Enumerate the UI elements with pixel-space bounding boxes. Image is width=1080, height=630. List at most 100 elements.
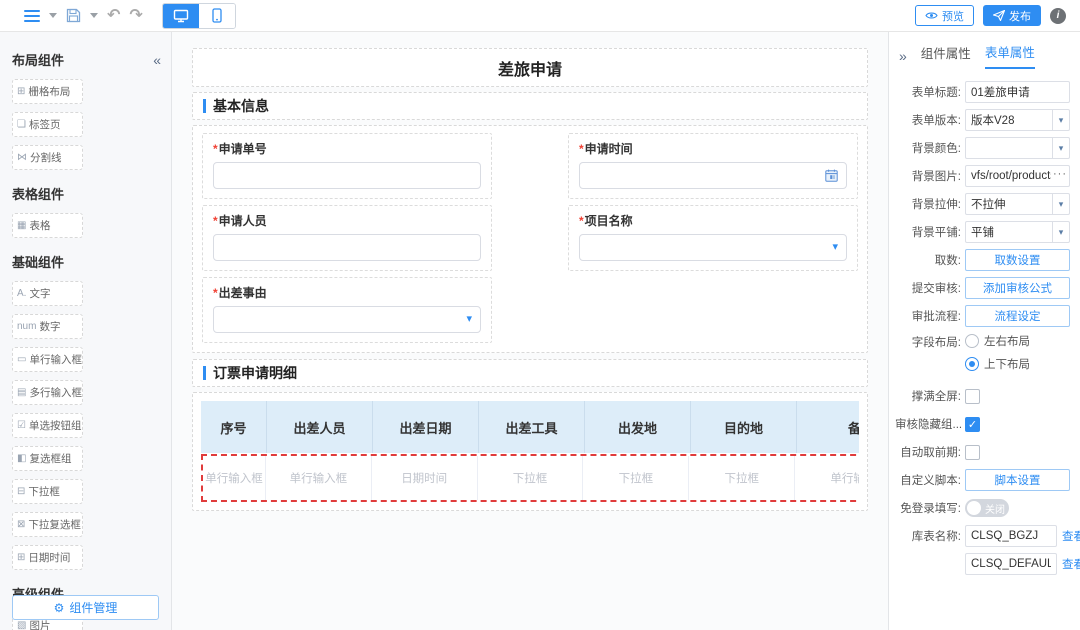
bg-color-select[interactable]: ▾ <box>965 137 1070 159</box>
flow-settings-button[interactable]: 流程设定 <box>965 305 1070 327</box>
chevron-down-icon[interactable]: ▾ <box>466 314 472 325</box>
row-cell[interactable]: 下拉框 <box>689 456 795 500</box>
required-mark: * <box>213 214 218 228</box>
prop-db-table-2: 查看 <box>895 553 1070 575</box>
properties-panel: » 组件属性 表单属性 表单标题: 表单版本: 版本V28▾ 背景颜色: ▾ 背… <box>888 32 1080 630</box>
preview-label: 预览 <box>942 8 964 24</box>
desktop-view-button[interactable] <box>163 4 199 28</box>
menu-caret-icon[interactable] <box>49 13 57 18</box>
table-row-selected[interactable]: 单行输入框 单行输入框 日期时间 下拉框 下拉框 下拉框 单行输入框 <box>201 454 859 502</box>
save-caret-icon[interactable] <box>90 13 98 18</box>
publish-button[interactable]: 发布 <box>983 5 1041 26</box>
field-applicant[interactable]: *申请人员 <box>202 205 492 271</box>
sidebar-item-multi-input[interactable]: ▤多行输入框 <box>12 380 83 405</box>
db-table-input-2[interactable] <box>965 553 1057 575</box>
tab-form-properties[interactable]: 表单属性 <box>985 42 1035 69</box>
mobile-view-button[interactable] <box>199 4 235 28</box>
row-cell[interactable]: 日期时间 <box>372 456 478 500</box>
sidebar-item-text[interactable]: A.文字 <box>12 281 83 306</box>
row-cell[interactable]: 单行输入框 <box>795 456 859 500</box>
bg-stretch-select[interactable]: 不拉伸▾ <box>965 193 1070 215</box>
section-ticket-detail[interactable]: 订票申请明细 <box>192 359 868 387</box>
detail-table-container: 序号 出差人员 出差日期 出差工具 出发地 目的地 备注 单行输入框 单行输入框… <box>192 392 868 511</box>
component-manage-button[interactable]: ⚙ 组件管理 <box>12 595 159 620</box>
application-time-input[interactable] <box>579 162 847 189</box>
gear-icon: ⚙ <box>54 601 65 615</box>
view-link-2[interactable]: 查看 <box>1062 556 1080 572</box>
trip-reason-select[interactable]: ▾ <box>213 306 481 333</box>
collapse-sidebar-icon[interactable]: « <box>153 52 161 68</box>
add-review-formula-button[interactable]: 添加审核公式 <box>965 277 1070 299</box>
expand-panel-icon[interactable]: » <box>899 48 907 64</box>
sidebar-item-table[interactable]: ▦表格 <box>12 213 83 238</box>
checkbox-group-icon: ◧ <box>17 453 26 464</box>
info-icon[interactable]: i <box>1050 8 1066 24</box>
no-login-toggle[interactable]: 关闭 <box>965 499 1009 517</box>
sidebar-item-datetime[interactable]: ⊞日期时间 <box>12 545 83 570</box>
sidebar-item-radio-group[interactable]: ☑单选按钮组 <box>12 413 83 438</box>
group-title-table: 表格组件 <box>12 184 64 203</box>
undo-icon[interactable]: ↶ <box>107 8 120 24</box>
row-cell[interactable]: 下拉框 <box>583 456 689 500</box>
table-header-row: 序号 出差人员 出差日期 出差工具 出发地 目的地 备注 <box>201 401 859 453</box>
prop-approval-flow: 审批流程: 流程设定 <box>895 305 1070 327</box>
prop-auto-previous: 自动取前期: <box>895 441 1070 463</box>
sidebar-item-divider[interactable]: ⋈分割线 <box>12 145 83 170</box>
menu-icon[interactable] <box>24 10 40 22</box>
field-project-name[interactable]: *项目名称 ▾ <box>568 205 858 271</box>
section-basic-info[interactable]: 基本信息 <box>192 92 868 120</box>
form-title-input[interactable] <box>965 81 1070 103</box>
application-number-input[interactable] <box>213 162 481 189</box>
sidebar-item-multi-select[interactable]: ⊠下拉复选框 <box>12 512 83 537</box>
view-link-1[interactable]: 查看 <box>1062 528 1080 544</box>
text-icon: A. <box>17 288 26 299</box>
field-application-time[interactable]: *申请时间 <box>568 133 858 199</box>
preview-button[interactable]: 预览 <box>915 5 974 26</box>
row-cell[interactable]: 单行输入框 <box>266 456 372 500</box>
row-cell[interactable]: 下拉框 <box>478 456 584 500</box>
prop-bg-color: 背景颜色: ▾ <box>895 137 1070 159</box>
section-accent-bar <box>203 366 206 380</box>
header-cell: 出差人员 <box>267 401 373 453</box>
sidebar-item-tabs[interactable]: ❏标签页 <box>12 112 83 137</box>
script-settings-button[interactable]: 脚本设置 <box>965 469 1070 491</box>
header-cell: 出差日期 <box>373 401 479 453</box>
bg-tile-select[interactable]: 平铺▾ <box>965 221 1070 243</box>
prop-bg-image: 背景图片: ··· <box>895 165 1070 187</box>
chevron-down-icon[interactable]: ▾ <box>832 242 838 253</box>
sidebar-item-single-input[interactable]: ▭单行输入框 <box>12 347 83 372</box>
auto-previous-checkbox[interactable] <box>965 445 980 460</box>
prop-bg-stretch: 背景拉伸: 不拉伸▾ <box>895 193 1070 215</box>
form-version-select[interactable]: 版本V28▾ <box>965 109 1070 131</box>
field-application-number[interactable]: *申请单号 <box>202 133 492 199</box>
paper-plane-icon <box>993 10 1005 21</box>
fullscreen-checkbox[interactable] <box>965 389 980 404</box>
more-icon[interactable]: ··· <box>1053 168 1067 180</box>
row-cell[interactable]: 单行输入框 <box>203 456 266 500</box>
sidebar-item-grid-layout[interactable]: ⊞栅格布局 <box>12 79 83 104</box>
prop-data-fetch: 取数: 取数设置 <box>895 249 1070 271</box>
chevron-down-icon: ▾ <box>1052 138 1069 158</box>
field-trip-reason[interactable]: *出差事由 ▾ <box>202 277 492 343</box>
required-mark: * <box>579 142 584 156</box>
form-title-block[interactable]: 差旅申请 <box>192 48 868 87</box>
db-table-input-1[interactable] <box>965 525 1057 547</box>
data-fetch-settings-button[interactable]: 取数设置 <box>965 249 1070 271</box>
table-icon: ▦ <box>17 220 26 231</box>
group-title-layout: 布局组件 <box>12 50 64 69</box>
tab-component-properties[interactable]: 组件属性 <box>921 43 971 68</box>
applicant-input[interactable] <box>213 234 481 261</box>
redo-icon[interactable]: ↷ <box>129 8 142 24</box>
sidebar-item-checkbox-group[interactable]: ◧复选框组 <box>12 446 83 471</box>
sidebar-item-number[interactable]: num数字 <box>12 314 83 339</box>
select-icon: ⊟ <box>17 486 25 497</box>
radio-horizontal-layout[interactable]: 左右布局 <box>965 333 1030 349</box>
save-icon[interactable] <box>66 8 81 23</box>
project-name-select[interactable]: ▾ <box>579 234 847 261</box>
prop-db-table-1: 库表名称: 查看 <box>895 525 1070 547</box>
radio-group-icon: ☑ <box>17 420 26 431</box>
calendar-icon[interactable] <box>825 169 838 182</box>
radio-vertical-layout[interactable]: 上下布局 <box>965 356 1030 372</box>
sidebar-item-select[interactable]: ⊟下拉框 <box>12 479 83 504</box>
review-hidden-checkbox[interactable]: ✓ <box>965 417 980 432</box>
